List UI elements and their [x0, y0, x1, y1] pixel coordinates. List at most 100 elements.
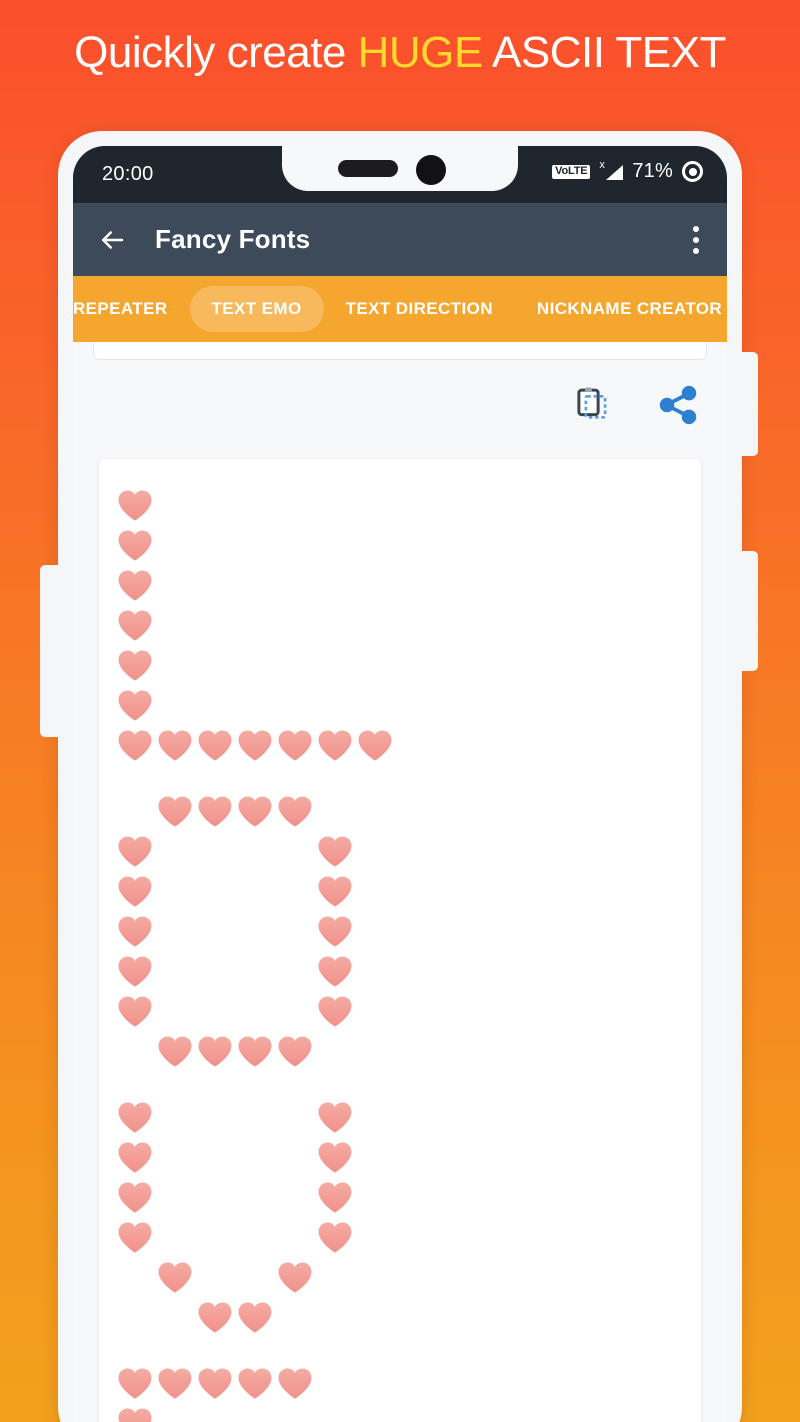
glyph-empty-cell: [155, 1217, 195, 1257]
glyph-empty-cell: [155, 1137, 195, 1177]
tab-nickname-creator[interactable]: NICKNAME CREATOR: [515, 286, 727, 332]
glyph-row: [99, 1217, 701, 1257]
glyph-empty-cell: [195, 871, 235, 911]
headline-accent-word: HUGE: [357, 28, 484, 77]
glyph-empty-cell: [195, 1177, 235, 1217]
glyph-empty-cell: [195, 911, 235, 951]
heart-icon: [115, 991, 155, 1031]
heart-icon: [315, 1097, 355, 1137]
phone-screen: 20:00 VoLTE x 71% Fancy Fonts REPEATER T…: [73, 146, 727, 1422]
back-arrow-icon[interactable]: [97, 225, 127, 255]
glyph-empty-cell: [275, 1097, 315, 1137]
glyph-row: [99, 1363, 701, 1403]
glyph-empty-cell: [155, 871, 195, 911]
share-icon[interactable]: [655, 382, 701, 428]
overflow-dot: [693, 247, 699, 254]
heart-icon: [115, 645, 155, 685]
signal-triangle-icon: x: [599, 159, 624, 183]
promo-headline: Quickly create HUGE ASCII TEXT: [0, 28, 800, 78]
glyph-row: [99, 565, 701, 605]
status-bar: 20:00 VoLTE x 71%: [73, 146, 727, 203]
glyph-empty-cell: [195, 645, 235, 685]
glyph-empty-cell: [275, 605, 315, 645]
heart-icon: [315, 1177, 355, 1217]
tab-text-direction[interactable]: TEXT DIRECTION: [324, 286, 515, 332]
text-input-card[interactable]: [93, 342, 707, 360]
heart-icon: [235, 1297, 275, 1337]
glyph-empty-cell: [235, 1177, 275, 1217]
glyph-empty-cell: [235, 685, 275, 725]
glyph-empty-cell: [235, 1403, 275, 1422]
tab-text-emo[interactable]: TEXT EMO: [189, 286, 324, 332]
overflow-dot: [693, 225, 699, 232]
heart-icon: [235, 1363, 275, 1403]
clipboard-icon[interactable]: [569, 382, 615, 428]
heart-icon: [315, 951, 355, 991]
glyph-row: [99, 1137, 701, 1177]
glyph-empty-cell: [275, 1177, 315, 1217]
heart-icon: [275, 1031, 315, 1071]
glyph-empty-cell: [235, 871, 275, 911]
heart-icon: [195, 791, 235, 831]
heart-icon: [355, 725, 395, 765]
heart-icon: [155, 791, 195, 831]
glyph-empty-cell: [155, 1177, 195, 1217]
glyph-empty-cell: [315, 1031, 355, 1071]
heart-icon: [195, 1297, 235, 1337]
battery-circle-icon: [682, 161, 703, 182]
glyph-empty-cell: [235, 525, 275, 565]
glyph-empty-cell: [355, 605, 395, 645]
glyph-empty-cell: [195, 605, 235, 645]
notch-speaker-icon: [338, 160, 398, 177]
heart-icon: [115, 911, 155, 951]
glyph-empty-cell: [275, 1217, 315, 1257]
phone-frame: 20:00 VoLTE x 71% Fancy Fonts REPEATER T…: [40, 131, 758, 1422]
tab-repeater[interactable]: REPEATER: [73, 286, 190, 332]
glyph-empty-cell: [195, 1403, 235, 1422]
glyph-block-o: [99, 791, 701, 1071]
glyph-empty-cell: [275, 485, 315, 525]
glyph-row: [99, 685, 701, 725]
glyph-empty-cell: [195, 685, 235, 725]
heart-icon: [315, 1217, 355, 1257]
assistant-button[interactable]: [740, 551, 758, 671]
glyph-empty-cell: [315, 685, 355, 725]
volte-badge: VoLTE: [552, 164, 591, 179]
glyph-empty-cell: [155, 831, 195, 871]
heart-icon: [115, 565, 155, 605]
volume-button[interactable]: [40, 565, 60, 737]
glyph-empty-cell: [195, 525, 235, 565]
heart-icon: [155, 1363, 195, 1403]
glyph-empty-cell: [235, 951, 275, 991]
tab-bar: REPEATER TEXT EMO TEXT DIRECTION NICKNAM…: [73, 276, 727, 342]
power-button[interactable]: [740, 352, 758, 456]
signal-bars-shape: [606, 164, 624, 180]
glyph-row: [99, 871, 701, 911]
status-time: 20:00: [102, 163, 154, 185]
glyph-empty-cell: [195, 1097, 235, 1137]
glyph-row: [99, 1297, 701, 1337]
glyph-empty-cell: [155, 1097, 195, 1137]
glyph-empty-cell: [235, 1217, 275, 1257]
headline-text-part2: ASCII TEXT: [482, 28, 726, 77]
glyph-block-e: [99, 1363, 701, 1422]
heart-icon: [115, 1137, 155, 1177]
glyph-empty-cell: [155, 605, 195, 645]
heart-icon: [315, 1137, 355, 1177]
heart-icon: [275, 1257, 315, 1297]
glyph-empty-cell: [155, 645, 195, 685]
heart-icon: [235, 791, 275, 831]
glyph-row: [99, 911, 701, 951]
glyph-empty-cell: [275, 1297, 315, 1337]
glyph-empty-cell: [235, 911, 275, 951]
glyph-empty-cell: [235, 605, 275, 645]
overflow-menu-icon[interactable]: [693, 225, 699, 254]
heart-icon: [235, 1031, 275, 1071]
heart-icon: [315, 725, 355, 765]
page-title: Fancy Fonts: [155, 224, 311, 254]
ascii-output-card[interactable]: [99, 459, 701, 1422]
glyph-empty-cell: [155, 1297, 195, 1337]
display-notch: [282, 146, 518, 191]
glyph-empty-cell: [275, 1403, 315, 1422]
glyph-row: [99, 1097, 701, 1137]
